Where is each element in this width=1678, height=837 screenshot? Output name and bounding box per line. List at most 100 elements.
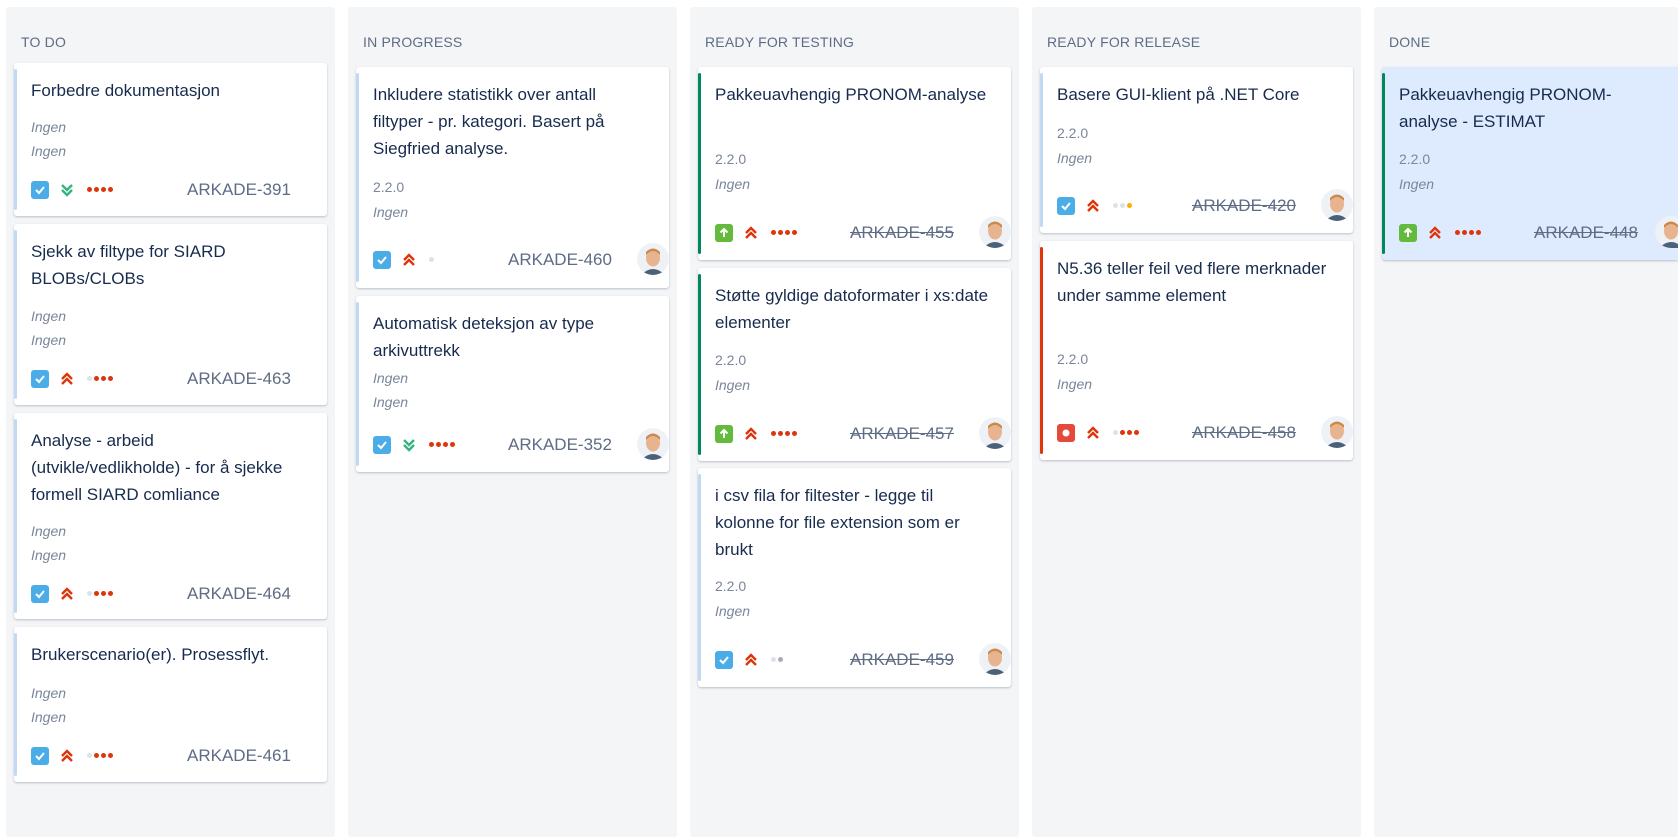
priority-highest-icon (403, 253, 415, 266)
issue-key[interactable]: ARKADE-455 (850, 223, 954, 243)
card-footer: ARKADE-391 (31, 177, 315, 205)
priority-highest-icon (1087, 426, 1099, 439)
issue-key[interactable]: ARKADE-457 (850, 424, 954, 444)
card-footer: ARKADE-455 (715, 216, 1011, 248)
card-fix-version: Ingen (31, 308, 67, 324)
issue-card[interactable]: Inkludere statistikk over antall filtype… (356, 67, 669, 288)
column-in-progress: IN PROGRESS Inkludere statistikk over an… (348, 7, 677, 837)
avatar[interactable] (979, 643, 1011, 675)
issue-key[interactable]: ARKADE-458 (1192, 423, 1296, 443)
issue-card[interactable]: Brukerscenario(er). Prosessflyt. Ingen I… (14, 627, 327, 782)
issue-key[interactable]: ARKADE-463 (187, 369, 291, 389)
issue-card[interactable]: N5.36 teller feil ved flere merknader un… (1040, 241, 1353, 460)
estimate-dots (771, 657, 783, 663)
issue-key[interactable]: ARKADE-460 (508, 250, 612, 270)
card-fix-version: Ingen (31, 523, 67, 539)
bug-icon (1057, 424, 1075, 442)
issue-card[interactable]: Analyse - arbeid (utvikle/vedlikholde) -… (14, 413, 327, 619)
checkbox-icon (31, 747, 49, 765)
issue-key[interactable]: ARKADE-459 (850, 650, 954, 670)
priority-highest-icon (745, 427, 757, 440)
card-stripe (356, 302, 359, 466)
card-fix-version: 2.2.0 (1057, 351, 1089, 367)
card-epic: Ingen (715, 176, 751, 192)
card-footer: ARKADE-463 (31, 366, 315, 394)
card-epic: Ingen (31, 709, 67, 725)
card-fix-version: 2.2.0 (715, 578, 747, 594)
card-stripe (1382, 73, 1385, 254)
card-footer: ARKADE-457 (715, 417, 1011, 449)
card-title: Støtte gyldige datoformater i xs:date el… (715, 286, 989, 332)
priority-highest-icon (745, 653, 757, 666)
priority-lowest-icon (61, 184, 73, 197)
card-epic: Ingen (1399, 176, 1435, 192)
card-title: N5.36 teller feil ved flere merknader un… (1057, 259, 1327, 305)
card-epic: Ingen (31, 547, 67, 563)
column-to-do: TO DO Forbedre dokumentasjon Ingen Ingen… (6, 7, 335, 837)
issue-card[interactable]: Automatisk deteksjon av type arkivuttrek… (356, 296, 669, 472)
issue-card[interactable]: i csv fila for filtester - legge til kol… (698, 468, 1011, 687)
estimate-dots (1455, 230, 1481, 236)
story-up-arrow-icon (715, 224, 733, 242)
issue-key[interactable]: ARKADE-352 (508, 435, 612, 455)
card-title: Inkludere statistikk over antall filtype… (373, 85, 605, 158)
issue-key[interactable]: ARKADE-464 (187, 584, 291, 604)
card-stripe (14, 633, 17, 776)
card-epic: Ingen (1057, 376, 1093, 392)
avatar[interactable] (637, 428, 669, 460)
issue-key[interactable]: ARKADE-448 (1534, 223, 1638, 243)
card-footer: ARKADE-464 (31, 581, 315, 609)
card-footer: ARKADE-459 (715, 643, 1011, 675)
estimate-dots (87, 591, 113, 597)
avatar[interactable] (1655, 216, 1678, 248)
estimate-dots (429, 442, 455, 448)
priority-highest-icon (1429, 226, 1441, 239)
card-footer: ARKADE-420 (1057, 189, 1353, 221)
card-title: Pakkeuavhengig PRONOM-analyse - ESTIMAT (1399, 85, 1612, 131)
column-title: READY FOR TESTING (705, 34, 855, 50)
priority-highest-icon (61, 749, 73, 762)
avatar[interactable] (1321, 189, 1353, 221)
checkbox-icon (373, 251, 391, 269)
estimate-dots (87, 753, 113, 759)
issue-card[interactable]: Forbedre dokumentasjon Ingen Ingen ARKAD… (14, 63, 327, 216)
issue-card[interactable]: Pakkeuavhengig PRONOM-analyse - ESTIMAT … (1382, 67, 1678, 260)
card-stripe (14, 69, 17, 210)
estimate-dots (87, 187, 113, 193)
checkbox-icon (31, 181, 49, 199)
card-title: Analyse - arbeid (utvikle/vedlikholde) -… (31, 431, 283, 504)
issue-card[interactable]: Støtte gyldige datoformater i xs:date el… (698, 268, 1011, 461)
avatar[interactable] (637, 243, 669, 275)
column-title: READY FOR RELEASE (1047, 34, 1201, 50)
card-footer: ARKADE-448 (1399, 216, 1678, 248)
priority-highest-icon (1087, 199, 1099, 212)
checkbox-icon (31, 370, 49, 388)
avatar[interactable] (979, 216, 1011, 248)
estimate-dots (771, 230, 797, 236)
card-fix-version: Ingen (31, 685, 67, 701)
card-epic: Ingen (31, 332, 67, 348)
column-ready-for-release: READY FOR RELEASE Basere GUI-klient på .… (1032, 7, 1361, 837)
card-epic: Ingen (715, 603, 751, 619)
card-footer: ARKADE-352 (373, 428, 669, 460)
card-title: Basere GUI-klient på .NET Core (1057, 85, 1300, 104)
issue-card[interactable]: Sjekk av filtype for SIARD BLOBs/CLOBs I… (14, 224, 327, 405)
card-stripe (698, 73, 701, 254)
estimate-dots (87, 376, 113, 382)
issue-card[interactable]: Basere GUI-klient på .NET Core 2.2.0 Ing… (1040, 67, 1353, 233)
avatar[interactable] (1321, 416, 1353, 448)
card-stripe (14, 419, 17, 613)
avatar[interactable] (979, 417, 1011, 449)
column-title: DONE (1389, 34, 1431, 50)
column-ready-for-testing: READY FOR TESTING Pakkeuavhengig PRONOM-… (690, 7, 1019, 837)
checkbox-icon (715, 651, 733, 669)
estimate-dots (1113, 430, 1139, 436)
card-stripe (356, 73, 359, 282)
card-footer: ARKADE-458 (1057, 416, 1353, 448)
checkbox-icon (373, 436, 391, 454)
issue-key[interactable]: ARKADE-461 (187, 746, 291, 766)
issue-card[interactable]: Pakkeuavhengig PRONOM-analyse 2.2.0 Inge… (698, 67, 1011, 260)
issue-key[interactable]: ARKADE-391 (187, 180, 291, 200)
issue-key[interactable]: ARKADE-420 (1192, 196, 1296, 216)
card-footer: ARKADE-460 (373, 243, 669, 275)
